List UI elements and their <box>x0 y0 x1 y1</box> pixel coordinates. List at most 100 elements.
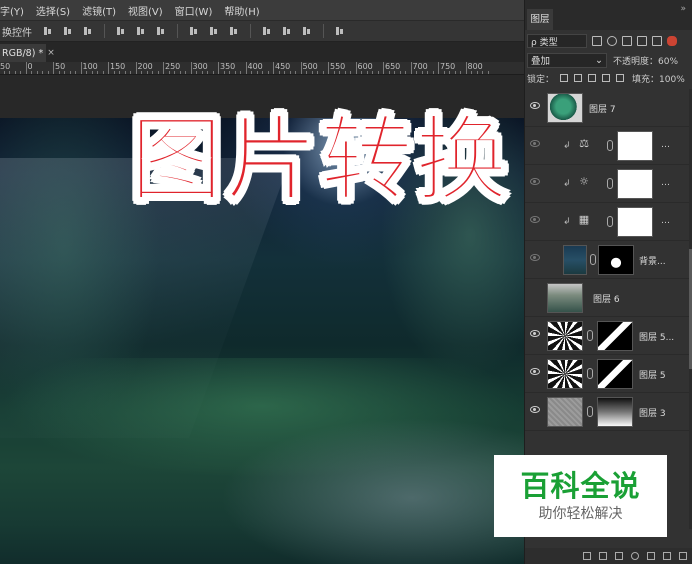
ruler-label: 650 <box>385 62 401 71</box>
ruler-minor-tick <box>421 71 423 74</box>
layer-row[interactable]: 图层 6 <box>525 279 689 317</box>
fx-icon[interactable] <box>599 552 607 560</box>
align-hcenter-icon[interactable] <box>136 26 146 36</box>
link-icon[interactable] <box>587 368 593 379</box>
visibility-eye-icon[interactable] <box>530 254 540 261</box>
align-bottom-icon[interactable] <box>83 26 93 36</box>
filter-smart-object-icon[interactable] <box>652 36 662 46</box>
trash-icon[interactable] <box>679 552 687 560</box>
ruler-minor-tick <box>234 71 236 74</box>
layer-row[interactable]: 背景... <box>525 241 689 279</box>
layer-thumbnail <box>547 359 583 389</box>
distribute-left-icon[interactable] <box>262 26 272 36</box>
close-icon[interactable]: × <box>47 48 55 58</box>
layer-name: 图层 3 <box>639 409 666 419</box>
link-icon[interactable] <box>607 216 613 227</box>
folder-icon[interactable] <box>647 552 655 560</box>
ruler-minor-tick <box>240 71 241 74</box>
link-layers-icon[interactable] <box>583 552 591 560</box>
filter-shape-icon[interactable] <box>637 36 647 46</box>
ruler-minor-tick <box>31 71 32 74</box>
hue-icon: ▦ <box>578 213 590 226</box>
ruler-minor-tick <box>432 71 434 74</box>
layer-mask-thumbnail <box>598 245 634 275</box>
layer-row[interactable]: ↲ ☼ … <box>525 165 689 203</box>
menu-item-filter[interactable]: 滤镜(T) <box>76 3 122 18</box>
distribute-right-icon[interactable] <box>302 26 312 36</box>
visibility-eye-icon[interactable] <box>530 102 540 109</box>
align-right-icon[interactable] <box>156 26 166 36</box>
filter-kind-select[interactable]: ρ 类型 <box>527 34 587 48</box>
lock-transparent-icon[interactable] <box>560 74 569 82</box>
tab-layers[interactable]: 图层 <box>527 9 553 30</box>
auto-align-icon[interactable] <box>335 26 345 36</box>
chevron-down-icon: ⌄ <box>595 54 603 66</box>
ruler-minor-tick <box>361 71 362 74</box>
ruler-tick <box>163 62 164 74</box>
align-vcenter-icon[interactable] <box>63 26 73 36</box>
align-left-icon[interactable] <box>116 26 126 36</box>
lock-position-icon[interactable] <box>588 74 597 82</box>
document-tab[interactable]: RGB/8) * × <box>0 44 55 62</box>
visibility-eye-icon[interactable] <box>530 330 540 337</box>
menu-item-type[interactable]: 字(Y) <box>0 3 30 18</box>
menu-bar: 字(Y) 选择(S) 滤镜(T) 视图(V) 窗口(W) 帮助(H) <box>0 0 524 20</box>
ruler-tick <box>108 62 109 74</box>
visibility-eye-icon[interactable] <box>530 368 540 375</box>
layer-name: 背景... <box>639 257 666 267</box>
ruler-minor-tick <box>113 71 115 74</box>
ruler-minor-tick <box>476 71 478 74</box>
blend-mode-select[interactable]: 叠加 ⌄ <box>527 52 607 68</box>
lock-all-icon[interactable] <box>616 74 625 82</box>
menu-item-help[interactable]: 帮助(H) <box>218 3 265 18</box>
visibility-eye-icon[interactable] <box>530 216 540 223</box>
fill-control[interactable]: 填充：100% <box>632 72 685 85</box>
opacity-control[interactable]: 不透明度：60% <box>613 54 678 67</box>
link-icon[interactable] <box>587 406 593 417</box>
layer-row[interactable]: 图层 5 <box>525 355 689 393</box>
distribute-hcenter-icon[interactable] <box>282 26 292 36</box>
ruler-minor-tick <box>157 71 159 74</box>
distribute-top-icon[interactable] <box>189 26 199 36</box>
layer-row[interactable]: 图层 5... <box>525 317 689 355</box>
layer-row[interactable]: ↲ ⚖ … <box>525 127 689 165</box>
ruler-minor-tick <box>185 71 186 74</box>
lock-paint-icon[interactable] <box>574 74 583 82</box>
layer-mask-thumbnail <box>617 207 653 237</box>
new-layer-icon[interactable] <box>663 552 671 560</box>
distribute-bottom-icon[interactable] <box>229 26 239 36</box>
ruler-minor-tick <box>36 71 38 74</box>
link-icon[interactable] <box>587 330 593 341</box>
fill-label: 填充： <box>632 74 660 85</box>
align-top-icon[interactable] <box>43 26 53 36</box>
filter-toggle-icon[interactable] <box>667 36 677 46</box>
menu-item-view[interactable]: 视图(V) <box>122 3 169 18</box>
distribute-vcenter-icon[interactable] <box>209 26 219 36</box>
opacity-value[interactable]: 60% <box>658 57 678 67</box>
collapse-icon[interactable]: » <box>680 4 686 14</box>
layer-row[interactable]: 图层 7 <box>525 89 689 127</box>
link-icon[interactable] <box>607 140 613 151</box>
link-icon[interactable] <box>590 254 596 265</box>
horizontal-ruler[interactable]: 50 0 50 100 150 200 250 300 350 400 450 500 550 600 65… <box>0 62 524 75</box>
visibility-eye-icon[interactable] <box>530 178 540 185</box>
ruler-minor-tick <box>443 71 445 74</box>
link-icon[interactable] <box>607 178 613 189</box>
filter-type-icon[interactable] <box>622 36 632 46</box>
menu-item-window[interactable]: 窗口(W) <box>169 3 219 18</box>
fill-value[interactable]: 100% <box>659 75 685 85</box>
filter-pixel-icon[interactable] <box>592 36 602 46</box>
visibility-eye-icon[interactable] <box>530 406 540 413</box>
layer-row[interactable]: ↲ ▦ … <box>525 203 689 241</box>
menu-item-select[interactable]: 选择(S) <box>30 3 76 18</box>
ruler-minor-tick <box>58 71 60 74</box>
add-mask-icon[interactable] <box>615 552 623 560</box>
ruler-label: 400 <box>247 62 263 71</box>
lock-artboard-icon[interactable] <box>602 74 611 82</box>
filter-adjustment-icon[interactable] <box>607 36 617 46</box>
adjustment-icon[interactable] <box>631 552 639 560</box>
transform-controls-label[interactable]: 换控件 <box>0 24 38 39</box>
visibility-eye-icon[interactable] <box>530 140 540 147</box>
layer-row[interactable]: 图层 3 <box>525 393 689 431</box>
ruler-minor-tick <box>179 71 181 74</box>
